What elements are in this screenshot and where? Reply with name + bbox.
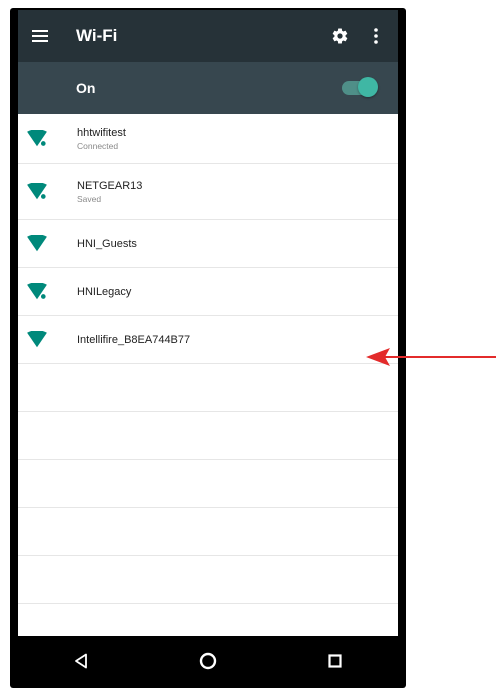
network-status: Saved xyxy=(77,193,102,204)
empty-row xyxy=(18,508,398,556)
wifi-switch-bar: On xyxy=(18,62,398,114)
settings-button[interactable] xyxy=(322,10,358,62)
empty-row xyxy=(18,556,398,604)
wifi-secured-icon xyxy=(27,282,47,299)
network-ssid: Intellifire_B8EA744B77 xyxy=(77,333,191,346)
toolbar: Wi-Fi xyxy=(18,10,398,62)
navigation-bar xyxy=(18,636,398,686)
back-button[interactable] xyxy=(61,641,101,681)
home-icon xyxy=(199,652,217,670)
overflow-menu-button[interactable] xyxy=(358,10,394,62)
network-texts: Intellifire_B8EA744B77 xyxy=(77,334,190,346)
page-title: Wi-Fi xyxy=(76,26,118,45)
recents-icon xyxy=(328,654,342,668)
network-texts: HNILegacy xyxy=(77,286,131,298)
network-ssid: HNILegacy xyxy=(77,285,132,298)
gear-icon xyxy=(332,28,348,44)
wifi-switch-label: On xyxy=(76,80,96,96)
network-row[interactable]: NETGEAR13 Saved xyxy=(18,164,398,220)
more-vert-icon xyxy=(374,28,378,44)
phone-frame: Wi-Fi On hhtwifitest Connected NETGEAR13… xyxy=(10,8,406,688)
empty-row xyxy=(18,460,398,508)
screen: Wi-Fi On hhtwifitest Connected NETGEAR13… xyxy=(18,10,398,686)
network-texts: NETGEAR13 Saved xyxy=(77,180,142,204)
menu-button[interactable] xyxy=(20,10,60,62)
wifi-secured-icon xyxy=(27,182,47,199)
network-status: Connected xyxy=(77,140,119,151)
wifi-toggle[interactable] xyxy=(342,77,378,97)
back-icon xyxy=(75,653,88,669)
wifi-icon xyxy=(27,234,47,251)
network-row[interactable]: hhtwifitest Connected xyxy=(18,114,398,164)
wifi-icon xyxy=(27,330,47,347)
recents-button[interactable] xyxy=(315,641,355,681)
toggle-thumb xyxy=(358,77,378,97)
network-row[interactable]: HNI_Guests xyxy=(18,220,398,268)
empty-row xyxy=(18,412,398,460)
home-button[interactable] xyxy=(188,641,228,681)
network-texts: HNI_Guests xyxy=(77,238,137,250)
wifi-secured-icon xyxy=(27,129,47,146)
network-ssid: NETGEAR13 xyxy=(77,179,143,192)
menu-icon xyxy=(32,30,48,42)
annotation-arrow xyxy=(366,348,496,366)
network-row[interactable]: HNILegacy xyxy=(18,268,398,316)
network-texts: hhtwifitest Connected xyxy=(77,127,126,151)
network-ssid: HNI_Guests xyxy=(77,237,137,250)
empty-row xyxy=(18,364,398,412)
network-row[interactable]: Intellifire_B8EA744B77 xyxy=(18,316,398,364)
network-ssid: hhtwifitest xyxy=(77,126,126,139)
network-list: hhtwifitest Connected NETGEAR13 Saved HN… xyxy=(18,114,398,604)
